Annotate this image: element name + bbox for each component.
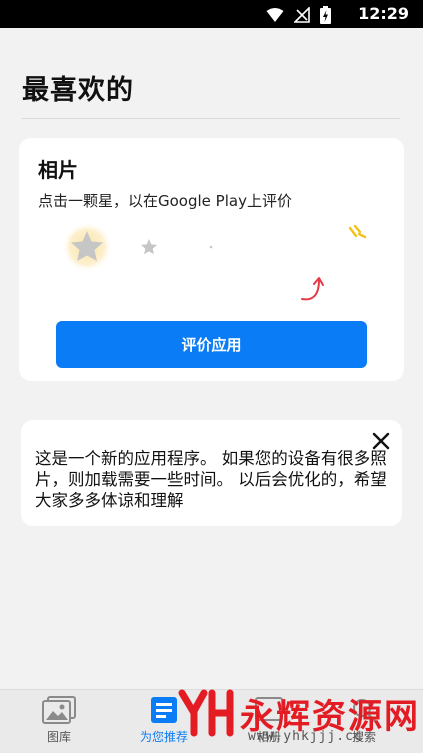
- sparkle-icon: [348, 224, 367, 239]
- watermark: 永辉资源网 www.yhkjjj.cc: [178, 685, 423, 753]
- no-signal-icon: [294, 7, 310, 23]
- rating-card-subtitle: 点击一颗星，以在Google Play上评价: [38, 192, 292, 210]
- rating-card: 相片 点击一颗星，以在Google Play上评价 评价应用: [19, 138, 404, 381]
- battery-charging-icon: [320, 6, 331, 24]
- nav-label-gallery: 图库: [46, 730, 71, 744]
- header-divider: [22, 118, 400, 119]
- rate-app-button[interactable]: 评价应用: [56, 321, 367, 368]
- tiny-dot: [209, 245, 213, 249]
- notice-card: 这是一个新的应用程序。 如果您的设备有很多照片，则加载需要一些时间。 以后会优化…: [21, 420, 402, 526]
- status-icons: [266, 6, 331, 24]
- status-bar: 12:29: [0, 0, 423, 28]
- curved-arrow-icon: [301, 279, 320, 301]
- gallery-icon: [42, 696, 76, 724]
- status-time: 12:29: [358, 4, 409, 23]
- wifi-icon: [266, 8, 284, 22]
- small-star-icon: [141, 239, 157, 255]
- recommend-icon: [151, 697, 177, 723]
- nav-item-gallery[interactable]: 图库: [19, 696, 99, 745]
- watermark-url: www.yhkjjj.cc: [248, 729, 363, 744]
- rating-card-title: 相片: [38, 158, 78, 182]
- page-title: 最喜欢的: [22, 75, 134, 106]
- notice-text: 这是一个新的应用程序。 如果您的设备有很多照片，则加载需要一些时间。 以后会优化…: [35, 449, 387, 510]
- star-animation: [62, 222, 367, 301]
- watermark-logo-icon: [178, 689, 234, 737]
